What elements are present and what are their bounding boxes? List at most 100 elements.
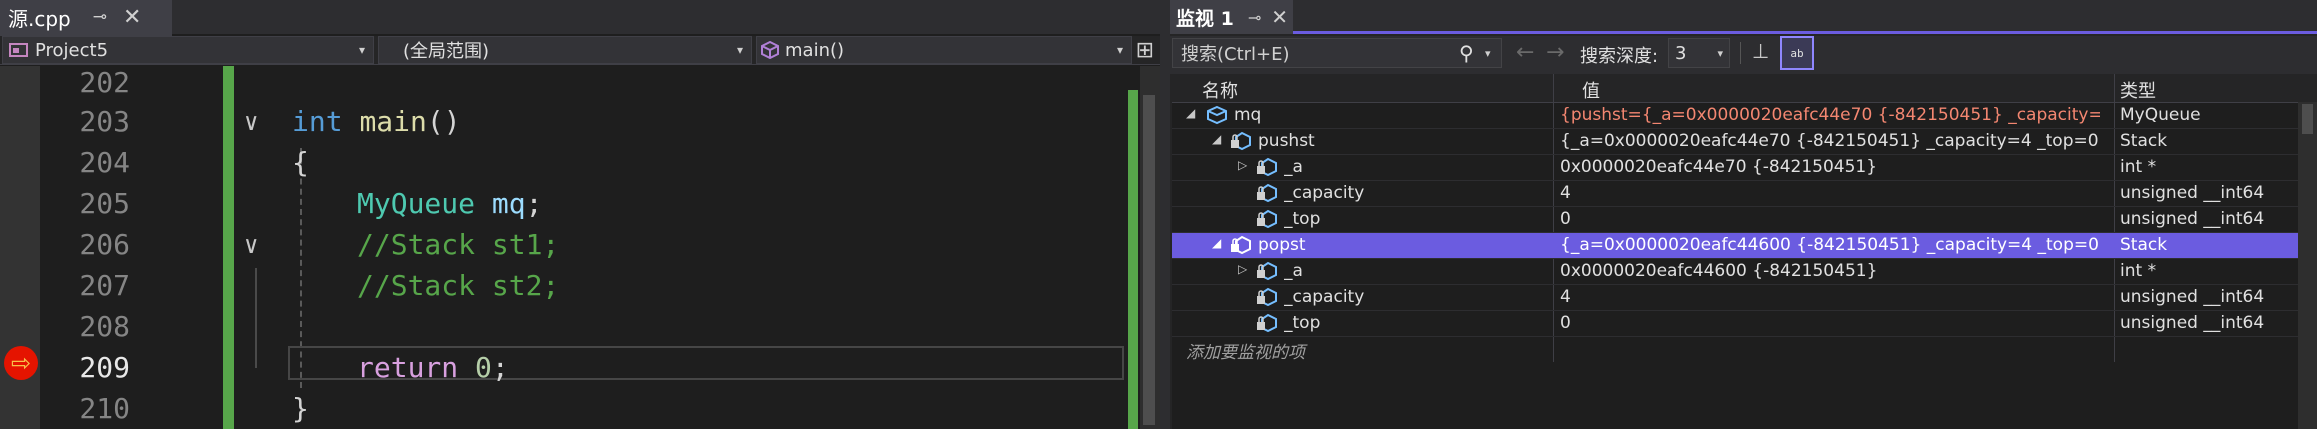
- variable-object-icon: [1207, 105, 1227, 125]
- column-header-value[interactable]: 值: [1582, 77, 1600, 103]
- watch-scrollbar[interactable]: [2298, 102, 2317, 429]
- pin-icon[interactable]: ⊸: [93, 7, 107, 27]
- watch-tab[interactable]: 监视 1 ⊸ ✕: [1170, 0, 1293, 34]
- watch-scrollbar-thumb[interactable]: [2302, 104, 2313, 134]
- watch-row-pushst-top[interactable]: _top 0 unsigned __int64: [1172, 207, 2317, 233]
- breakpoint-current-statement-icon[interactable]: ⇨: [4, 346, 38, 380]
- column-header-name[interactable]: 名称: [1202, 77, 1238, 103]
- watch-value[interactable]: {pushst={_a=0x0000020eafc44e70 {-8421504…: [1560, 105, 2100, 125]
- punctuation: (): [426, 105, 461, 138]
- watch-row-mq[interactable]: ◢ mq {pushst={_a=0x0000020eafc44e70 {-84…: [1172, 103, 2317, 129]
- watch-search-input[interactable]: 搜索(Ctrl+E) ⚲ ▾: [1172, 38, 1502, 68]
- line-number: 210: [79, 392, 130, 425]
- code-line-206[interactable]: //Stack st1;: [357, 228, 559, 261]
- code-line-204[interactable]: {: [292, 146, 309, 179]
- watch-value[interactable]: {_a=0x0000020eafc44600 {-842150451} _cap…: [1560, 235, 2100, 255]
- code-line-210[interactable]: }: [292, 392, 309, 425]
- variable-identifier: mq: [491, 187, 526, 220]
- watch-value[interactable]: {_a=0x0000020eafc44e70 {-842150451} _cap…: [1560, 131, 2100, 151]
- watch-name: mq: [1234, 105, 1262, 125]
- code-line-205[interactable]: MyQueue mq;: [357, 187, 542, 220]
- code-line-203[interactable]: int main(): [292, 105, 461, 138]
- watch-row-pushst[interactable]: ◢ pushst {_a=0x0000020eafc44e70 {-842150…: [1172, 129, 2317, 155]
- lock-field-icon: [1257, 287, 1277, 307]
- close-icon[interactable]: ✕: [123, 5, 141, 30]
- column-header-type[interactable]: 类型: [2120, 77, 2156, 103]
- watch-value[interactable]: 0: [1560, 209, 1926, 229]
- watch-type: int *: [2120, 157, 2157, 177]
- close-icon[interactable]: ✕: [1271, 5, 1288, 29]
- watch-row-popst-top[interactable]: _top 0 unsigned __int64: [1172, 311, 2317, 337]
- editor-tab-bar: [0, 0, 1160, 34]
- forward-arrow-icon[interactable]: →: [1546, 40, 1564, 65]
- expander-icon[interactable]: ▷: [1238, 158, 1247, 172]
- search-placeholder: 搜索(Ctrl+E): [1181, 44, 1290, 65]
- lock-field-icon: [1257, 157, 1277, 177]
- watch-type: unsigned __int64: [2120, 183, 2265, 203]
- line-number: 208: [79, 310, 130, 343]
- watch-name: _a: [1284, 261, 1303, 281]
- editor-tab-source[interactable]: 源.cpp ⊸ ✕: [0, 0, 172, 37]
- pane-splitter[interactable]: [1160, 0, 1170, 429]
- watch-row-pushst-a[interactable]: ▷ _a 0x0000020eafc44e70 {-842150451} int…: [1172, 155, 2317, 181]
- watch-value[interactable]: 4: [1560, 183, 1926, 203]
- fold-chevron-icon[interactable]: ∨: [244, 108, 258, 136]
- split-editor-icon[interactable]: ⊞: [1136, 38, 1154, 63]
- scope-dropdown[interactable]: (全局范围) ▾: [378, 36, 752, 64]
- line-number-current: 209: [79, 351, 130, 384]
- scope-name: (全局范围): [403, 41, 490, 62]
- lock-field-icon: [1257, 183, 1277, 203]
- project-dropdown[interactable]: Project5 ▾: [2, 36, 374, 64]
- expander-icon[interactable]: ◢: [1212, 132, 1221, 146]
- editor-scrollbar-thumb[interactable]: [1143, 95, 1155, 425]
- watch-row-pushst-capacity[interactable]: _capacity 4 unsigned __int64: [1172, 181, 2317, 207]
- function-dropdown[interactable]: main() ▾: [756, 36, 1132, 64]
- code-line-209[interactable]: return 0;: [357, 351, 509, 384]
- add-watch-item[interactable]: 添加要监视的项: [1186, 338, 1305, 363]
- watch-value[interactable]: 0: [1560, 313, 1926, 333]
- project-icon: [9, 43, 28, 57]
- watch-tab-bar: [1170, 0, 2317, 34]
- watch-row-popst-a[interactable]: ▷ _a 0x0000020eafc44600 {-842150451} int…: [1172, 259, 2317, 285]
- line-number: 205: [79, 187, 130, 220]
- pin-source-icon[interactable]: ⊥: [1752, 39, 1769, 63]
- punctuation: ;: [525, 187, 543, 220]
- keyword: int: [292, 105, 343, 138]
- watch-row-popst-selected[interactable]: ◢ popst {_a=0x0000020eafc44600 {-8421504…: [1172, 233, 2317, 259]
- search-depth-select[interactable]: 3 ▾: [1668, 38, 1730, 68]
- lock-object-icon: [1231, 235, 1251, 255]
- lock-object-icon: [1231, 131, 1251, 151]
- hex-display-toggle-button[interactable]: ab: [1780, 36, 1814, 70]
- method-cube-icon: [761, 41, 779, 59]
- watch-type: int *: [2120, 261, 2157, 281]
- expander-icon[interactable]: ◢: [1212, 236, 1221, 250]
- keyword: return: [357, 351, 459, 384]
- search-icon[interactable]: ⚲: [1459, 41, 1474, 65]
- editor-tab-title: 源.cpp: [8, 6, 71, 31]
- back-arrow-icon[interactable]: ←: [1516, 40, 1534, 65]
- watch-value[interactable]: 4: [1560, 287, 1926, 307]
- expander-icon[interactable]: ◢: [1186, 106, 1195, 120]
- watch-name: _a: [1284, 157, 1303, 177]
- pin-icon[interactable]: ⊸: [1248, 8, 1261, 27]
- watch-type: MyQueue: [2120, 105, 2201, 125]
- watch-value[interactable]: 0x0000020eafc44600 {-842150451}: [1560, 261, 1926, 281]
- function-name: main(): [785, 39, 845, 61]
- line-number: 203: [79, 105, 130, 138]
- outline-guide: [255, 268, 257, 368]
- line-number: 204: [79, 146, 130, 179]
- watch-name: _capacity: [1284, 287, 1365, 307]
- watch-row-popst-capacity[interactable]: _capacity 4 unsigned __int64: [1172, 285, 2317, 311]
- chevron-down-icon: ▾: [358, 43, 365, 57]
- watch-name: pushst: [1258, 131, 1315, 151]
- lock-field-icon: [1257, 261, 1277, 281]
- type-identifier: MyQueue: [357, 187, 476, 220]
- fold-chevron-icon[interactable]: ∨: [244, 231, 258, 259]
- expander-icon[interactable]: ▷: [1238, 262, 1247, 276]
- navigation-bar: Project5 ▾ (全局范围) ▾ main() ▾ ⊞: [0, 36, 1160, 65]
- watch-value[interactable]: 0x0000020eafc44e70 {-842150451}: [1560, 157, 1926, 177]
- watch-name: _top: [1284, 209, 1321, 229]
- watch-name: _capacity: [1284, 183, 1365, 203]
- code-line-207[interactable]: //Stack st2;: [357, 269, 559, 302]
- chevron-down-icon[interactable]: ▾: [1485, 47, 1491, 60]
